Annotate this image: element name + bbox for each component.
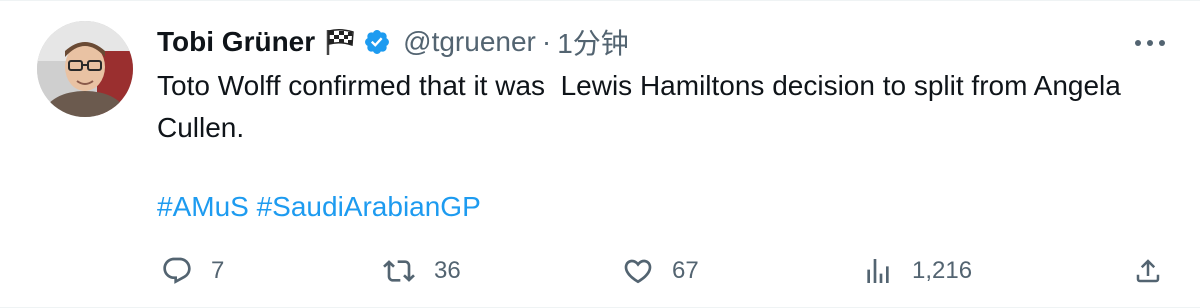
like-button[interactable]: 67 bbox=[622, 249, 699, 293]
avatar-image bbox=[37, 21, 133, 117]
retweet-icon bbox=[383, 260, 415, 282]
tweet-text: Toto Wolff confirmed that it was Lewis H… bbox=[157, 65, 1167, 149]
retweet-button[interactable]: 36 bbox=[382, 249, 461, 293]
share-button[interactable] bbox=[1133, 249, 1163, 293]
reply-count: 7 bbox=[211, 257, 225, 284]
more-options-button[interactable] bbox=[1132, 29, 1168, 57]
views-count: 1,216 bbox=[912, 257, 973, 284]
share-icon bbox=[1136, 259, 1160, 283]
avatar[interactable] bbox=[37, 21, 133, 117]
hashtag-link[interactable]: #AMuS bbox=[157, 191, 249, 222]
heart-icon bbox=[624, 259, 652, 284]
author-handle[interactable]: @tgruener bbox=[403, 26, 536, 58]
header-separator: · bbox=[541, 26, 552, 57]
views-analytics-icon bbox=[867, 259, 889, 283]
author-name[interactable]: Tobi Grüner bbox=[157, 26, 315, 58]
tweet-header: Tobi Grüner @tgruener · 1分钟 bbox=[157, 21, 1160, 63]
chequered-flag-icon bbox=[325, 28, 355, 56]
tweet-card[interactable]: Tobi Grüner @tgruener · 1分钟 Toto Wolff c… bbox=[0, 0, 1200, 308]
hashtag-link[interactable]: #SaudiArabianGP bbox=[257, 191, 481, 222]
verified-badge-icon[interactable] bbox=[363, 28, 391, 56]
more-dots-icon bbox=[1135, 40, 1165, 46]
views-button[interactable]: 1,216 bbox=[862, 249, 972, 293]
tweet-text-content: Toto Wolff confirmed that it was Lewis H… bbox=[157, 70, 1129, 143]
reply-button[interactable]: 7 bbox=[161, 249, 224, 293]
reply-icon bbox=[163, 257, 191, 284]
like-count: 67 bbox=[672, 257, 699, 284]
tweet-timestamp[interactable]: 1分钟 bbox=[557, 22, 629, 62]
retweet-count: 36 bbox=[434, 257, 461, 284]
hashtag-line: #AMuS #SaudiArabianGP bbox=[157, 186, 481, 228]
tweet-actions: 7 36 67 1,216 bbox=[157, 249, 1167, 293]
